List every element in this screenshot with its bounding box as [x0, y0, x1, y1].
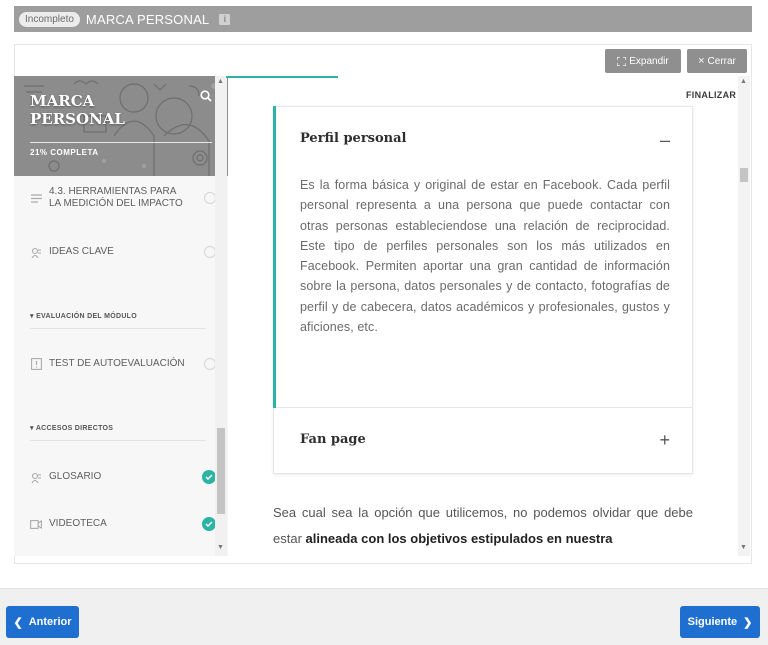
sidebar-item-videoteca[interactable]: VIDEOTECA [30, 517, 216, 531]
content-scrollbar-thumb[interactable] [740, 168, 748, 182]
expand-button[interactable]: Expandir [605, 49, 681, 73]
content-scrollbar[interactable]: ▲ ▼ [738, 76, 750, 556]
sidebar-item-label: GLOSARIO [49, 471, 102, 482]
scroll-down-icon[interactable]: ▼ [217, 544, 224, 551]
scroll-down-icon[interactable]: ▼ [740, 544, 747, 551]
hero-divider [30, 142, 212, 143]
course-progress-label: 21% COMPLETA [30, 148, 99, 157]
complete-check-icon [202, 517, 216, 531]
accordion-title-fan-page[interactable]: Fan page [300, 432, 366, 447]
chevron-left-icon: ❮ [13, 616, 23, 629]
sidebar-item-label: TEST DE AUTOEVALUACIÓN [49, 358, 185, 369]
sidebar-item-ideas-clave[interactable]: IDEAS CLAVE [30, 246, 216, 258]
test-icon [30, 358, 42, 370]
expand-icon [617, 56, 627, 66]
content-paragraph: Sea cual sea la opción que utilicemos, n… [273, 505, 693, 546]
sidebar-item-herramientas[interactable]: 4.3. HERRAMIENTAS PARA LA MEDICIÓN DEL I… [30, 186, 216, 210]
accordion: Perfil personal – Es la forma básica y o… [273, 106, 693, 474]
course-sidebar: MARCA PERSONAL 21% COMPLETA 4.3. HERRAMI… [14, 76, 228, 556]
course-header-bar: Incompleto MARCA PERSONAL i [14, 6, 752, 32]
caret-down-icon: ▾ [30, 313, 34, 320]
glossary-icon [30, 472, 42, 483]
section-header-evaluacion[interactable]: ▾ EVALUACIÓN DEL MÓDULO [30, 312, 206, 329]
sidebar-course-title: MARCA PERSONAL [30, 92, 125, 128]
video-icon [30, 519, 42, 529]
active-tab-indicator [226, 76, 338, 78]
expand-label: Expandir [629, 55, 669, 67]
status-badge: Incompleto [19, 11, 80, 27]
info-icon[interactable]: i [219, 13, 231, 25]
close-label: Cerrar [707, 55, 736, 67]
caret-down-icon: ▾ [30, 425, 34, 432]
sidebar-item-label: IDEAS CLAVE [49, 246, 114, 257]
sidebar-scrollbar-thumb[interactable] [217, 428, 225, 514]
section-header-accesos[interactable]: ▾ ACCESOS DIRECTOS [30, 424, 206, 441]
scroll-up-icon[interactable]: ▲ [217, 78, 224, 85]
close-icon: × [698, 55, 705, 67]
accordion-active-accent [273, 106, 276, 408]
close-button[interactable]: × Cerrar [687, 49, 747, 73]
sidebar-item-glosario[interactable]: GLOSARIO [30, 470, 216, 484]
scroll-up-icon[interactable]: ▲ [740, 78, 747, 85]
sidebar-item-label: VIDEOTECA [49, 518, 107, 529]
accordion-title-perfil-personal[interactable]: Perfil personal [300, 131, 406, 146]
collapse-icon[interactable]: – [660, 131, 670, 149]
accordion-body-perfil-personal: Es la forma básica y original de estar e… [300, 178, 670, 335]
list-icon [30, 193, 42, 203]
next-button[interactable]: Siguiente ❯ [680, 606, 760, 638]
sidebar-item-label: 4.3. HERRAMIENTAS PARA LA MEDICIÓN DEL I… [49, 186, 183, 209]
sidebar-scrollbar[interactable]: ▲ ▼ [215, 76, 227, 556]
finalize-link[interactable]: FINALIZAR [686, 90, 736, 100]
navigation-footer [0, 588, 768, 645]
search-icon[interactable] [200, 90, 212, 102]
key-ideas-icon [30, 247, 42, 258]
previous-button[interactable]: ❮ Anterior [6, 606, 79, 638]
chevron-right-icon: ❯ [743, 616, 753, 629]
complete-check-icon [202, 470, 216, 484]
expand-plus-icon[interactable]: + [659, 431, 670, 449]
sidebar-hero: MARCA PERSONAL 21% COMPLETA [14, 76, 228, 176]
course-title: MARCA PERSONAL [85, 11, 210, 27]
accordion-divider [274, 407, 692, 408]
sidebar-item-test[interactable]: TEST DE AUTOEVALUACIÓN [30, 358, 216, 370]
